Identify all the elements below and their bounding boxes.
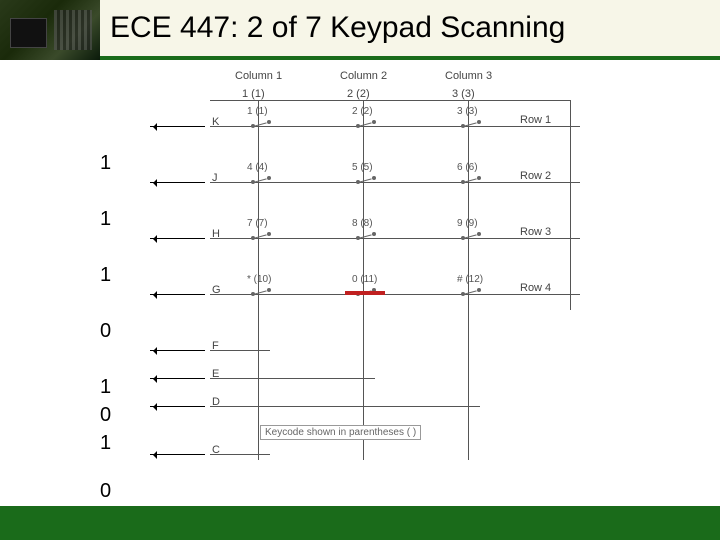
key-label: 9 (9) [457,218,478,229]
column-label: Column 3 [445,70,492,82]
footer-bar [0,506,720,540]
key-label: 1 (1) [247,106,268,117]
key-switch: 0 (11) [350,286,380,304]
keypad-schematic: Column 1 Column 2 Column 3 1 (1) 2 (2) 3… [150,70,680,490]
arrow-icon [150,238,205,239]
arrow-icon [150,182,205,183]
keycode-note: Keycode shown in parentheses ( ) [260,425,421,440]
row-pin: J [212,172,218,184]
bit-value: 1 [100,208,111,231]
key-switch: * (10) [245,286,275,304]
key-switch: 8 (8) [350,230,380,248]
row-label: Row 2 [520,170,551,182]
key-label: 4 (4) [247,162,268,173]
chip-thumbnail [0,0,100,60]
key-label: 7 (7) [247,218,268,229]
column-label: Column 1 [235,70,282,82]
drive-pin: C [212,444,220,456]
drive-wire [210,406,480,407]
key-label: 2 (2) [352,106,373,117]
key-label: 3 (3) [457,106,478,117]
drive-wire [210,378,375,379]
row-pin: K [212,116,219,128]
key-switch: 2 (2) [350,118,380,136]
row-label: Row 3 [520,226,551,238]
row-label: Row 1 [520,114,551,126]
key-switch: 4 (4) [245,174,275,192]
arrow-icon [150,350,205,351]
key-switch: 5 (5) [350,174,380,192]
col-pin-label: 2 (2) [347,88,370,100]
arrow-icon [150,406,205,407]
bit-value: 1 [100,152,111,175]
key-label: 5 (5) [352,162,373,173]
key-switch: 1 (1) [245,118,275,136]
key-switch: 3 (3) [455,118,485,136]
key-label: 8 (8) [352,218,373,229]
col-pin-label: 1 (1) [242,88,265,100]
col-pin-label: 3 (3) [452,88,475,100]
key-label: 0 (11) [352,274,377,285]
bit-value: 0 [100,320,111,343]
key-label: # (12) [457,274,483,285]
row-label: Row 4 [520,282,551,294]
header-bar: ECE 447: 2 of 7 Keypad Scanning [0,0,720,60]
bit-value: 0 [100,480,111,503]
bit-value: 1 [100,376,111,399]
key-switch: 9 (9) [455,230,485,248]
row-pin: G [212,284,221,296]
column-label: Column 2 [340,70,387,82]
drive-pin: D [212,396,220,408]
bit-value: 1 [100,432,111,455]
bit-value: 0 [100,404,111,427]
bit-value: 1 [100,264,111,287]
slide-title: ECE 447: 2 of 7 Keypad Scanning [100,0,720,56]
arrow-icon [150,294,205,295]
diagram-area: 1 1 1 0 1 0 1 0 Column 1 Column 2 Column… [0,70,720,500]
pressed-key-highlight [345,291,385,295]
arrow-icon [150,378,205,379]
key-label: * (10) [247,274,271,285]
row-pin: H [212,228,220,240]
drive-pin: F [212,340,219,352]
key-label: 6 (6) [457,162,478,173]
drive-pin: E [212,368,219,380]
key-switch: 6 (6) [455,174,485,192]
arrow-icon [150,126,205,127]
frame-top [210,100,570,101]
key-switch: # (12) [455,286,485,304]
key-switch: 7 (7) [245,230,275,248]
frame-right [570,100,571,310]
drive-wire [210,350,270,351]
arrow-icon [150,454,205,455]
